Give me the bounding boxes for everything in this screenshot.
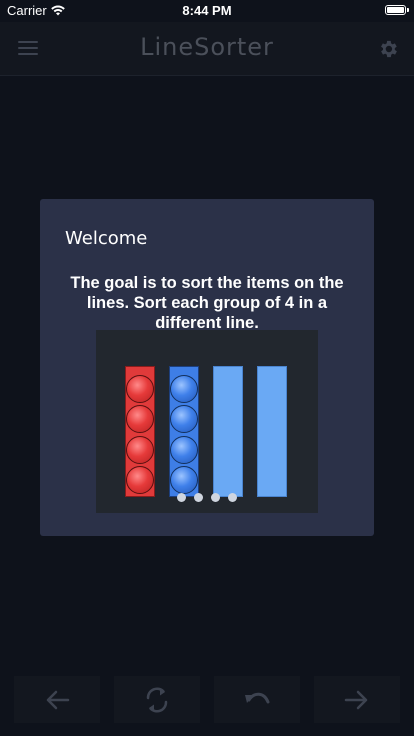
blue-ball: [170, 375, 198, 403]
undo-icon: [245, 692, 270, 703]
clock: 8:44 PM: [182, 3, 232, 18]
red-ball: [126, 405, 154, 433]
tube-red: [125, 366, 155, 497]
tutorial-preview[interactable]: [96, 330, 318, 513]
arrow-right-icon: [344, 690, 368, 709]
undo-button[interactable]: [214, 676, 300, 723]
arrow-left-icon: [46, 690, 70, 709]
dialog-title: Welcome: [65, 228, 148, 249]
page-dot[interactable]: [194, 493, 203, 502]
blue-ball: [170, 405, 198, 433]
blue-ball: [170, 436, 198, 464]
tube-empty: [213, 366, 243, 497]
page-dot[interactable]: [228, 493, 237, 502]
welcome-dialog: Welcome The goal is to sort the items on…: [40, 199, 374, 536]
next-button[interactable]: [314, 676, 400, 723]
app-title: LineSorter: [140, 33, 274, 61]
gear-icon[interactable]: [377, 38, 399, 60]
page-dot[interactable]: [211, 493, 220, 502]
blue-ball: [170, 466, 198, 494]
red-ball: [126, 375, 154, 403]
page-indicator[interactable]: [173, 493, 243, 503]
restart-button[interactable]: [114, 676, 200, 723]
previous-button[interactable]: [14, 676, 100, 723]
red-ball: [126, 466, 154, 494]
dialog-description: The goal is to sort the items on the lin…: [70, 274, 344, 332]
navigation-bar: LineSorter: [0, 22, 414, 76]
tube-blue: [169, 366, 199, 497]
refresh-icon: [146, 686, 168, 713]
tube-empty: [257, 366, 287, 497]
status-bar: Carrier 8:44 PM: [0, 0, 414, 22]
red-ball: [126, 436, 154, 464]
battery-icon: [385, 5, 409, 15]
page-dot[interactable]: [177, 493, 186, 502]
